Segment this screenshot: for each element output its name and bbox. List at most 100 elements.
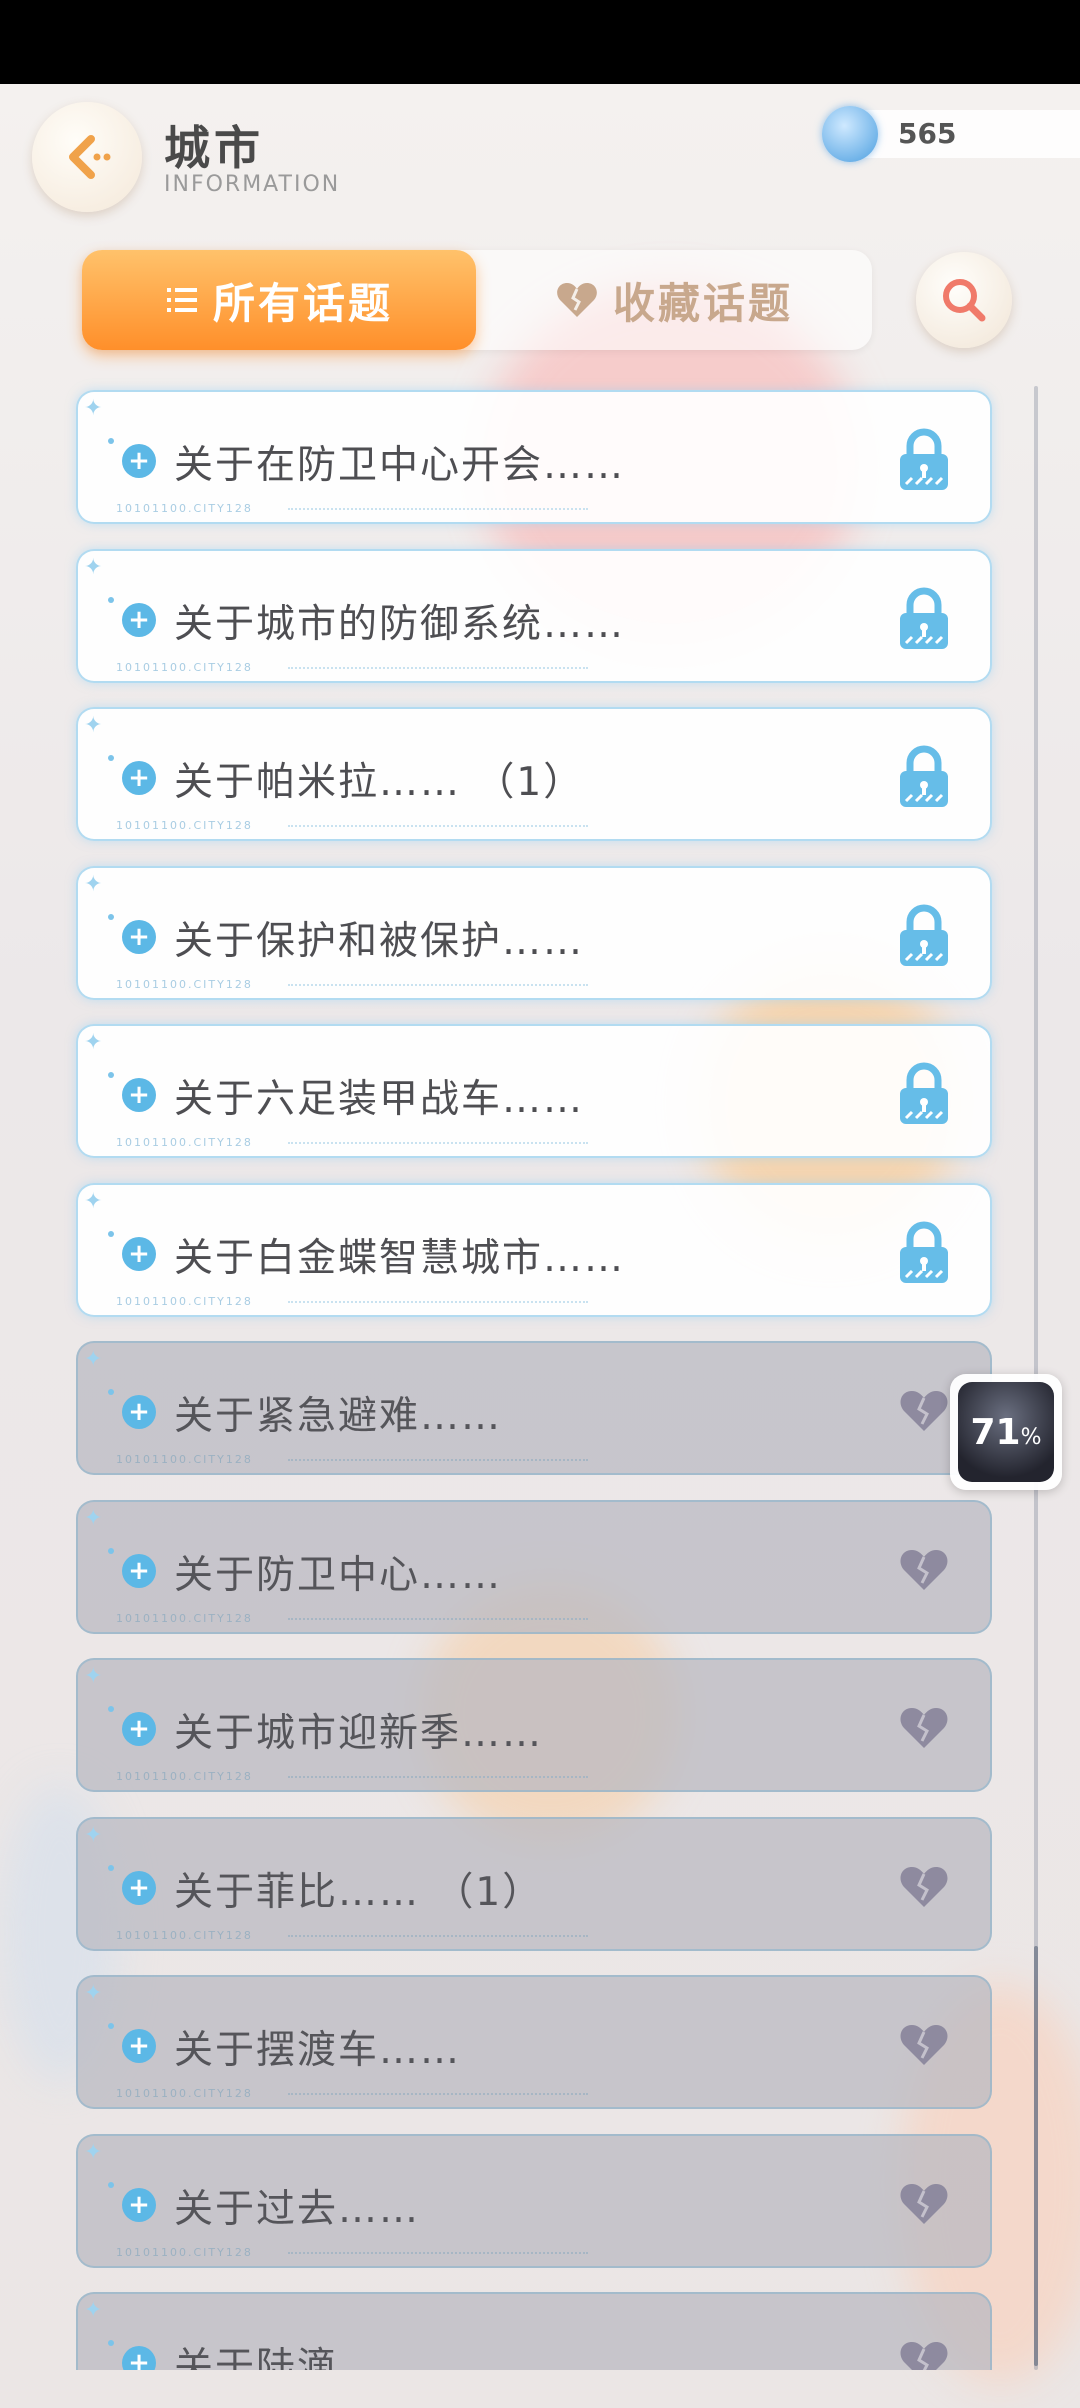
floating-widget-avatar: 71% [958,1382,1054,1482]
dot-decoration [108,2023,114,2029]
topic-code: 10101100.CITY128 [116,1453,253,1466]
dot-decoration [108,1706,114,1712]
dotted-divider [288,1618,588,1620]
topic-code: 10101100.CITY128 [116,1136,253,1149]
dot-decoration [108,1072,114,1078]
heart-icon[interactable] [896,1696,952,1760]
sparkle-icon: ✦ [84,2140,103,2165]
plus-circle-icon: + [122,603,156,637]
topic-item[interactable]: ✦ + 关于帕米拉…… （1） 10101100.CITY128 [76,707,992,841]
sparkle-icon: ✦ [84,1347,103,1372]
plus-circle-icon: + [122,2029,156,2063]
sparkle-icon: ✦ [84,1189,103,1214]
topic-label: 关于紧急避难…… [174,1394,503,1439]
topic-item[interactable]: ✦ + 关于白金蝶智慧城市…… 10101100.CITY128 [76,1183,992,1317]
sparkle-icon: ✦ [84,1981,103,2006]
topic-item[interactable]: ✦ + 关于六足装甲战车…… 10101100.CITY128 [76,1024,992,1158]
lock-icon [896,587,952,651]
dotted-divider [288,1935,588,1937]
floating-progress-widget[interactable]: 71% [950,1374,1062,1490]
dotted-divider [288,1459,588,1461]
topic-item[interactable]: ✦ + 关于过去…… 10101100.CITY128 [76,2134,992,2268]
topic-label: 关于六足装甲战车…… [174,1077,585,1122]
dot-decoration [108,438,114,444]
topic-item[interactable]: ✦ + 关于防卫中心…… 10101100.CITY128 [76,1500,992,1634]
dotted-divider [288,984,588,986]
sparkle-icon: ✦ [84,2298,103,2323]
lock-icon [896,745,952,809]
topic-code: 10101100.CITY128 [116,1295,253,1308]
plus-circle-icon: + [122,2188,156,2222]
heart-icon[interactable] [896,1538,952,1602]
dotted-divider [288,1301,588,1303]
dotted-divider [288,1776,588,1778]
sparkle-icon: ✦ [84,396,103,421]
sparkle-icon: ✦ [84,1030,103,1055]
topic-code: 10101100.CITY128 [116,1770,253,1783]
plus-circle-icon: + [122,1395,156,1429]
dot-decoration [108,597,114,603]
plus-circle-icon: + [122,920,156,954]
topic-item[interactable]: ✦ + 关于城市迎新季…… 10101100.CITY128 [76,1658,992,1792]
topic-label: 关于城市的防御系统…… [174,602,626,647]
heart-icon[interactable] [896,1855,952,1919]
dot-decoration [108,2340,114,2346]
plus-circle-icon: + [122,761,156,795]
lock-icon [896,904,952,968]
plus-circle-icon: + [122,1554,156,1588]
dot-decoration [108,1389,114,1395]
dot-decoration [108,1231,114,1237]
topic-code: 10101100.CITY128 [116,978,253,991]
topic-code: 10101100.CITY128 [116,2246,253,2259]
plus-circle-icon: + [122,1078,156,1112]
topic-code: 10101100.CITY128 [116,2087,253,2100]
topic-label: 关于菲比…… （1） [174,1870,544,1915]
topic-label: 关于陆滴…… [174,2345,421,2370]
dot-decoration [108,755,114,761]
sparkle-icon: ✦ [84,555,103,580]
heart-icon[interactable] [896,1379,952,1443]
sparkle-icon: ✦ [84,872,103,897]
topic-item[interactable]: ✦ + 关于城市的防御系统…… 10101100.CITY128 [76,549,992,683]
topic-code: 10101100.CITY128 [116,661,253,674]
sparkle-icon: ✦ [84,1664,103,1689]
plus-circle-icon: + [122,1712,156,1746]
topic-label: 关于保护和被保护…… [174,919,585,964]
topic-label: 关于过去…… [174,2187,421,2232]
topic-item[interactable]: ✦ + 关于菲比…… （1） 10101100.CITY128 [76,1817,992,1951]
topic-label: 关于在防卫中心开会…… [174,443,626,488]
plus-circle-icon: + [122,2346,156,2370]
heart-icon[interactable] [896,2013,952,2077]
topic-label: 关于帕米拉…… （1） [174,760,585,805]
dotted-divider [288,1142,588,1144]
topic-item[interactable]: ✦ + 关于摆渡车…… 10101100.CITY128 [76,1975,992,2109]
topic-code: 10101100.CITY128 [116,819,253,832]
sparkle-icon: ✦ [84,713,103,738]
plus-circle-icon: + [122,1871,156,1905]
dotted-divider [288,2093,588,2095]
topic-label: 关于摆渡车…… [174,2028,462,2073]
topic-item[interactable]: ✦ + 关于保护和被保护…… 10101100.CITY128 [76,866,992,1000]
topic-label: 关于白金蝶智慧城市…… [174,1236,626,1281]
topic-code: 10101100.CITY128 [116,1929,253,1942]
heart-icon[interactable] [896,2330,952,2370]
dot-decoration [108,1548,114,1554]
topic-label: 关于防卫中心…… [174,1553,503,1598]
floating-widget-value: 71% [970,1411,1042,1453]
dotted-divider [288,508,588,510]
dotted-divider [288,2252,588,2254]
lock-icon [896,1221,952,1285]
topic-item[interactable]: ✦ + 关于在防卫中心开会…… 10101100.CITY128 [76,390,992,524]
scrollbar-thumb[interactable] [1034,1946,1038,2366]
topic-list: ✦ + 关于在防卫中心开会…… 10101100.CITY128 ✦ + 关于城市的防御系统… [0,0,1080,2370]
heart-icon[interactable] [896,2172,952,2236]
dotted-divider [288,825,588,827]
lock-icon [896,428,952,492]
sparkle-icon: ✦ [84,1506,103,1531]
topic-item[interactable]: ✦+关于陆滴……10101100.CITY128 [76,2292,992,2370]
topic-item[interactable]: ✦ + 关于紧急避难…… 10101100.CITY128 [76,1341,992,1475]
plus-circle-icon: + [122,1237,156,1271]
topic-label: 关于城市迎新季…… [174,1711,544,1756]
sparkle-icon: ✦ [84,1823,103,1848]
dot-decoration [108,914,114,920]
